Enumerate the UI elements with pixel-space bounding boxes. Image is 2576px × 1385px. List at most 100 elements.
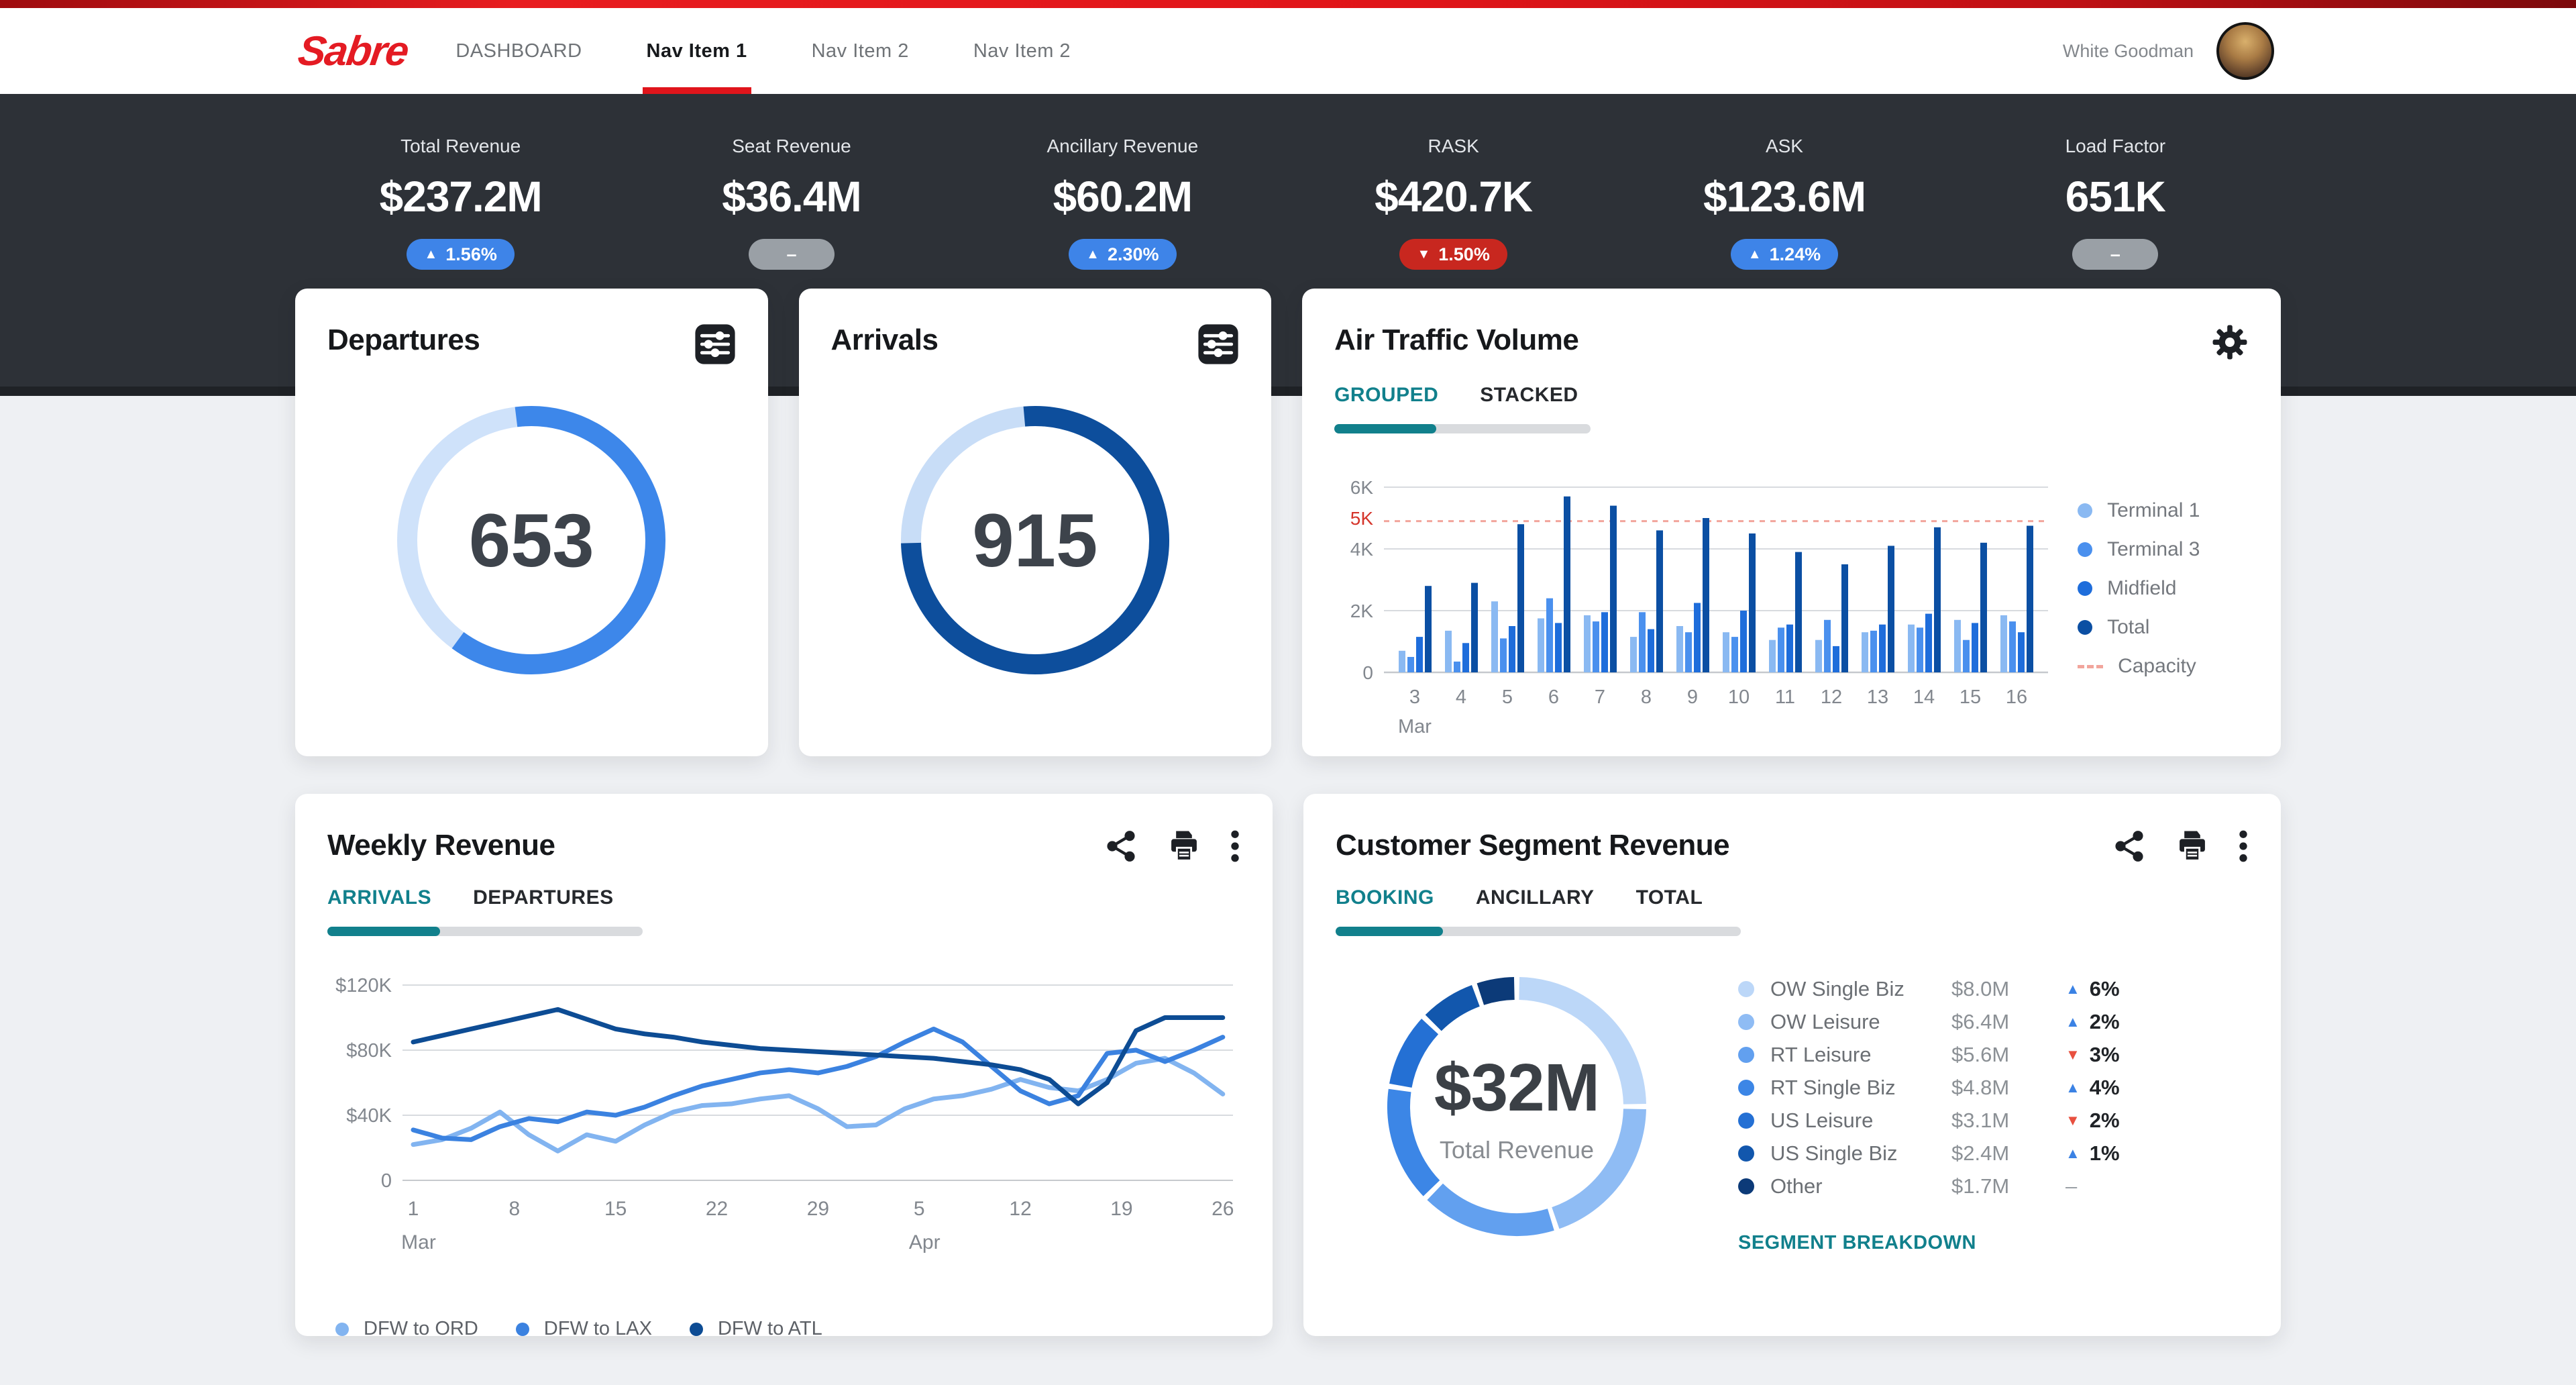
nav-item-nav-item-2[interactable]: Nav Item 2 (812, 8, 909, 94)
air-traffic-card: Air Traffic Volume GROUPEDSTACKED 6K5K4K… (1302, 289, 2281, 756)
legend-item-terminal-3[interactable]: Terminal 3 (2078, 538, 2200, 561)
segment-tab-total[interactable]: TOTAL (1636, 886, 1703, 909)
segment-trend: ▼2% (2065, 1109, 2139, 1133)
gear-icon[interactable] (2211, 323, 2249, 361)
weekly-revenue-line-chart: $120K$80K$40K0181522295121926MarApr (327, 955, 1253, 1311)
svg-text:16: 16 (2006, 686, 2027, 708)
filter-tune-icon[interactable] (694, 323, 736, 365)
departures-donut: 653 (387, 396, 676, 684)
print-icon[interactable] (1167, 829, 1201, 864)
svg-text:5: 5 (914, 1198, 925, 1220)
air-tab-indicator (1334, 424, 1591, 433)
air-tab-stacked[interactable]: STACKED (1480, 384, 1578, 407)
legend-item-terminal-1[interactable]: Terminal 1 (2078, 499, 2200, 522)
share-icon[interactable] (1104, 829, 1138, 864)
segment-legend: OW Single Biz$8.0M▲6%OW Leisure$6.4M▲2%R… (1738, 972, 2139, 1202)
kpi-trend-badge: ▲2.30% (1069, 239, 1176, 270)
dashboard-content: Departures 653 Arrivals (295, 289, 2281, 1336)
segment-trend: ▲1% (2065, 1141, 2139, 1166)
weekly-revenue-card: Weekly Revenue ARRIVALSDEPARTURES $120K$… (295, 794, 1273, 1336)
kpi-label: Ancillary Revenue (1046, 136, 1198, 157)
legend-item-dfw-to-lax[interactable]: DFW to LAX (516, 1318, 652, 1340)
kpi-value: $123.6M (1703, 172, 1866, 221)
legend-dot (1738, 1178, 1754, 1194)
nav-item-nav-item-1[interactable]: Nav Item 1 (647, 8, 747, 94)
legend-item-capacity[interactable]: Capacity (2078, 655, 2200, 678)
kpi-label: Load Factor (2065, 136, 2165, 157)
segment-trend: – (2065, 1174, 2139, 1198)
segment-row-rt-leisure[interactable]: RT Leisure$5.6M▼3% (1738, 1038, 2139, 1071)
svg-text:22: 22 (706, 1198, 728, 1220)
nav-item-nav-item-2[interactable]: Nav Item 2 (973, 8, 1071, 94)
up-arrow-icon: ▲ (2065, 980, 2080, 998)
arrivals-title: Arrivals (831, 323, 938, 357)
segment-trend: ▲4% (2065, 1076, 2139, 1100)
svg-text:Apr: Apr (909, 1231, 941, 1253)
weekly-revenue-tabs: ARRIVALS DEPARTURES (327, 886, 1240, 909)
arrivals-count: 915 (891, 396, 1179, 684)
down-arrow-icon: ▼ (1417, 248, 1430, 261)
svg-text:14: 14 (1913, 686, 1935, 708)
svg-text:13: 13 (1867, 686, 1888, 708)
user-menu[interactable]: White Goodman (2063, 22, 2274, 80)
legend-item-dfw-to-ord[interactable]: DFW to ORD (335, 1318, 478, 1340)
legend-dot (2078, 503, 2092, 518)
air-traffic-title: Air Traffic Volume (1334, 323, 1578, 357)
segment-trend: ▼3% (2065, 1043, 2139, 1067)
legend-item-midfield[interactable]: Midfield (2078, 577, 2200, 600)
kpi-trend-badge: – (749, 239, 835, 270)
air-tab-indicator-active (1334, 424, 1436, 433)
sabre-logo[interactable]: Sabre (295, 28, 411, 75)
kebab-menu-icon[interactable] (2238, 829, 2249, 864)
svg-text:19: 19 (1110, 1198, 1132, 1220)
segment-row-rt-single-biz[interactable]: RT Single Biz$4.8M▲4% (1738, 1071, 2139, 1104)
segment-row-ow-single-biz[interactable]: OW Single Biz$8.0M▲6% (1738, 972, 2139, 1005)
legend-dot (2078, 620, 2092, 635)
kpi-trend-badge: ▲1.24% (1731, 239, 1838, 270)
segment-tabs: BOOKING ANCILLARY TOTAL (1336, 886, 2249, 909)
weekly-tab-arrivals[interactable]: ARRIVALS (327, 886, 431, 909)
up-arrow-icon: ▲ (424, 248, 437, 261)
weekly-tab-departures[interactable]: DEPARTURES (473, 886, 613, 909)
share-icon[interactable] (2112, 829, 2147, 864)
svg-text:1: 1 (408, 1198, 419, 1220)
print-icon[interactable] (2175, 829, 2210, 864)
segment-tab-booking[interactable]: BOOKING (1336, 886, 1434, 909)
svg-text:26: 26 (1212, 1198, 1234, 1220)
segment-row-us-single-biz[interactable]: US Single Biz$2.4M▲1% (1738, 1137, 2139, 1170)
kpi-value: $237.2M (380, 172, 542, 221)
segment-row-other[interactable]: Other$1.7M– (1738, 1170, 2139, 1202)
legend-item-total[interactable]: Total (2078, 616, 2200, 639)
air-tab-grouped[interactable]: GROUPED (1334, 384, 1438, 407)
avatar[interactable] (2216, 22, 2274, 80)
up-arrow-icon: ▲ (2065, 1079, 2080, 1096)
kpi-trend-badge: ▼1.50% (1399, 239, 1507, 270)
segment-trend: ▲2% (2065, 1010, 2139, 1034)
legend-dot (1738, 1047, 1754, 1063)
kpi-label: Total Revenue (400, 136, 521, 157)
svg-text:11: 11 (1775, 686, 1795, 708)
segment-total-label: Total Revenue (1440, 1136, 1594, 1164)
segment-row-ow-leisure[interactable]: OW Leisure$6.4M▲2% (1738, 1005, 2139, 1038)
svg-text:$40K: $40K (346, 1105, 392, 1127)
segment-tab-indicator-active (1336, 927, 1443, 936)
filter-tune-icon[interactable] (1197, 323, 1239, 365)
legend-dot (1738, 1014, 1754, 1030)
down-arrow-icon: ▼ (2065, 1112, 2080, 1129)
up-arrow-icon: ▲ (1748, 248, 1762, 261)
svg-text:29: 29 (807, 1198, 829, 1220)
kebab-menu-icon[interactable] (1230, 829, 1240, 864)
legend-dot (2078, 542, 2092, 557)
svg-text:5: 5 (1502, 686, 1513, 708)
legend-dot (2078, 581, 2092, 596)
departures-title: Departures (327, 323, 480, 357)
segment-row-us-leisure[interactable]: US Leisure$3.1M▼2% (1738, 1104, 2139, 1137)
segment-tab-ancillary[interactable]: ANCILLARY (1476, 886, 1595, 909)
air-traffic-bar-chart: 6K5K4K2K03Mar45678910111213141516 (1334, 458, 2059, 739)
nav-item-dashboard[interactable]: DASHBOARD (455, 8, 582, 94)
app-header: Sabre DASHBOARD Nav Item 1 Nav Item 2 Nav I… (0, 8, 2576, 94)
weekly-revenue-legend: DFW to ORD DFW to LAX DFW to ATL (327, 1318, 1240, 1340)
legend-item-dfw-to-atl[interactable]: DFW to ATL (690, 1318, 822, 1340)
segment-breakdown-link[interactable]: SEGMENT BREAKDOWN (1738, 1232, 1976, 1254)
arrivals-card: Arrivals 915 (799, 289, 1272, 756)
